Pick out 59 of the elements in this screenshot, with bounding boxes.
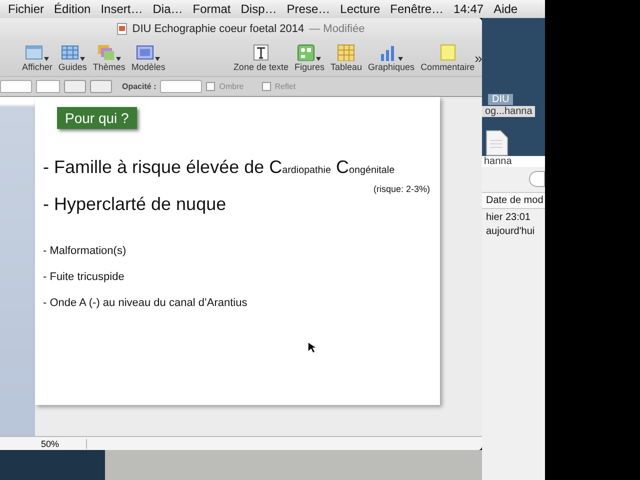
checkbox-label: Ombre: [219, 82, 244, 91]
menu-item[interactable]: Fenêtre…: [390, 2, 444, 16]
menu-item[interactable]: Édition: [54, 2, 91, 16]
window-title: DIU Echographie coeur foetal 2014: [132, 23, 304, 35]
folder-label: DIU: [488, 94, 514, 105]
menu-item[interactable]: Lecture: [340, 2, 380, 16]
dropdown-field[interactable]: [0, 80, 32, 93]
folder-label: og...hanna: [482, 106, 536, 117]
toolbar-button[interactable]: [64, 80, 86, 93]
toolbar-button[interactable]: Figures: [294, 44, 324, 72]
checkbox[interactable]: [262, 82, 271, 91]
table-icon: [337, 44, 356, 61]
cursor-icon: [307, 341, 316, 354]
date-cell-text: aujourd'hui: [485, 225, 536, 237]
checkbox[interactable]: [206, 82, 216, 91]
menu-item[interactable]: 14:47: [454, 2, 484, 16]
menu-item[interactable]: Aide: [494, 2, 518, 16]
toolbar-button[interactable]: Tableau: [330, 44, 362, 72]
file-label: hanna: [482, 156, 545, 167]
slide-text: - Malformation(s): [43, 245, 128, 257]
slide-text: (risque: 2-3%): [373, 184, 430, 194]
toolbar-button[interactable]: Modèles: [131, 44, 166, 72]
document-icon: [484, 130, 510, 156]
stacked-squares-icon: [97, 44, 116, 61]
toolbar-button[interactable]: Thèmes: [92, 44, 126, 72]
note-icon: [438, 44, 457, 61]
toolbar-button[interactable]: Zone de texte: [233, 44, 288, 72]
checkbox-label: Reflet: [274, 82, 296, 91]
column-header[interactable]: Date de mod: [482, 192, 545, 209]
toolbar-button[interactable]: Graphiques: [368, 44, 415, 72]
input-field[interactable]: [36, 80, 60, 93]
overflow-button[interactable]: »: [474, 50, 482, 66]
opacity-dropdown[interactable]: [160, 80, 202, 93]
menu-item[interactable]: Prese…: [286, 2, 330, 16]
menu-item[interactable]: Format: [192, 2, 231, 16]
opacity-label: Opacité :: [122, 82, 156, 91]
menu-item[interactable]: Fichier: [8, 2, 44, 16]
toolbar-button[interactable]: Commentaire: [420, 44, 475, 72]
toolbar-button[interactable]: Guides: [58, 44, 87, 72]
slide-text: - Hyperclarté de nuque: [43, 194, 228, 215]
slide-text: - Fuite tricuspide: [43, 271, 126, 283]
date-cell-text: hier 23:01: [485, 211, 532, 223]
document-icon: [117, 23, 128, 35]
slide-title: Pour qui ?: [57, 107, 137, 129]
document-status: — Modifiée: [309, 23, 365, 35]
layout-icon: [136, 44, 154, 61]
menu-item[interactable]: Disp…: [240, 2, 277, 16]
toolbar-button[interactable]: Afficher: [22, 44, 52, 72]
shapes-icon: [297, 44, 316, 61]
grid-icon: [60, 44, 79, 61]
zoom-dropdown[interactable]: 50%: [35, 438, 87, 448]
window-icon: [25, 44, 44, 61]
search-field[interactable]: [529, 171, 545, 187]
slide-text: - Famille à risque élevée de Cardiopathie Congénitale: [43, 157, 396, 178]
toolbar-button[interactable]: [90, 80, 112, 93]
slide-text: - Onde A (-) au niveau du canal d’Arantius: [43, 297, 248, 309]
menu-item[interactable]: Insert…: [100, 2, 143, 16]
menu-item[interactable]: Dia…: [152, 2, 183, 16]
text-box-icon: [252, 44, 270, 61]
